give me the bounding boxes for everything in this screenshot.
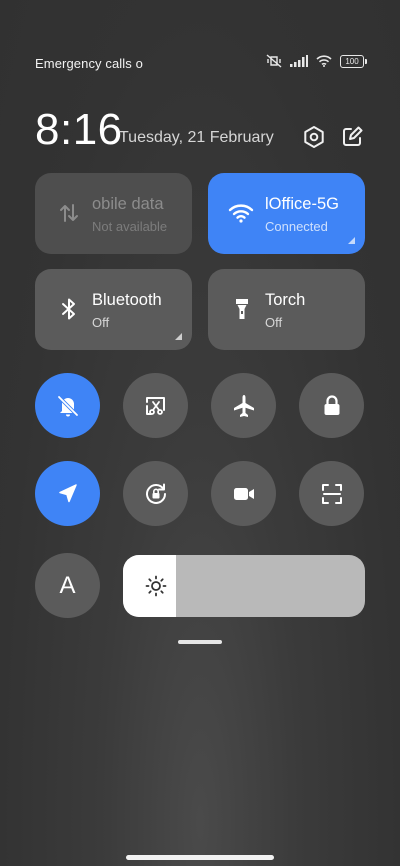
drag-handle[interactable]: [178, 640, 222, 644]
mute-toggle[interactable]: [35, 373, 100, 438]
date: Tuesday, 21 February: [119, 129, 274, 146]
screenshot-icon: [145, 396, 165, 415]
torch-icon: [236, 299, 248, 319]
tile-title: Bluetooth: [92, 291, 162, 309]
rotation-lock-icon: [145, 483, 166, 504]
wifi-icon: [228, 204, 254, 223]
airplane-toggle[interactable]: [211, 373, 276, 438]
screen-record-toggle[interactable]: [211, 461, 276, 526]
expand-corner-icon[interactable]: [348, 237, 355, 244]
tile-subtitle: Connected: [265, 219, 328, 234]
mobile-data-icon: [60, 204, 78, 222]
mute-vibrate-icon: [266, 54, 282, 68]
clock: 8:16: [35, 105, 123, 154]
airplane-icon: [233, 394, 254, 417]
settings-icon[interactable]: [301, 124, 327, 150]
scanner-toggle[interactable]: [299, 461, 364, 526]
rotation-lock-toggle[interactable]: [123, 461, 188, 526]
bluetooth-icon: [62, 298, 75, 320]
tile-subtitle: Off: [265, 315, 283, 330]
tile-subtitle: Off: [92, 315, 110, 330]
brightness-slider[interactable]: [123, 555, 365, 617]
battery-icon: 100: [340, 54, 367, 68]
scanner-icon: [321, 483, 342, 504]
screenshot-toggle[interactable]: [123, 373, 188, 438]
tile-title: obile data: [92, 195, 164, 213]
home-indicator[interactable]: [126, 855, 274, 860]
wifi-tile[interactable]: lOffice-5G Connected: [208, 173, 365, 254]
wifi-icon: [316, 55, 332, 67]
edit-icon[interactable]: [339, 124, 365, 150]
tile-subtitle: Not available: [92, 219, 168, 234]
tile-title: lOffice-5G: [265, 195, 339, 213]
torch-tile[interactable]: Torch Off: [208, 269, 365, 350]
screen-record-icon: [233, 487, 254, 500]
auto-brightness-button[interactable]: A: [35, 553, 100, 618]
location-icon: [58, 483, 77, 502]
lock-icon: [324, 394, 339, 415]
mute-bell-icon: [57, 395, 78, 416]
location-toggle[interactable]: [35, 461, 100, 526]
bluetooth-tile[interactable]: Bluetooth Off: [35, 269, 192, 350]
sun-icon: [145, 575, 167, 597]
signal-icon: [290, 55, 308, 67]
tile-title: Torch: [265, 291, 306, 309]
status-icons: 100: [266, 54, 367, 68]
status-text: Emergency calls o: [35, 56, 143, 71]
lock-toggle[interactable]: [299, 373, 364, 438]
expand-corner-icon[interactable]: [175, 333, 182, 340]
mobile-data-tile[interactable]: obile data Not available: [35, 173, 192, 254]
auto-brightness-label: A: [59, 571, 76, 599]
